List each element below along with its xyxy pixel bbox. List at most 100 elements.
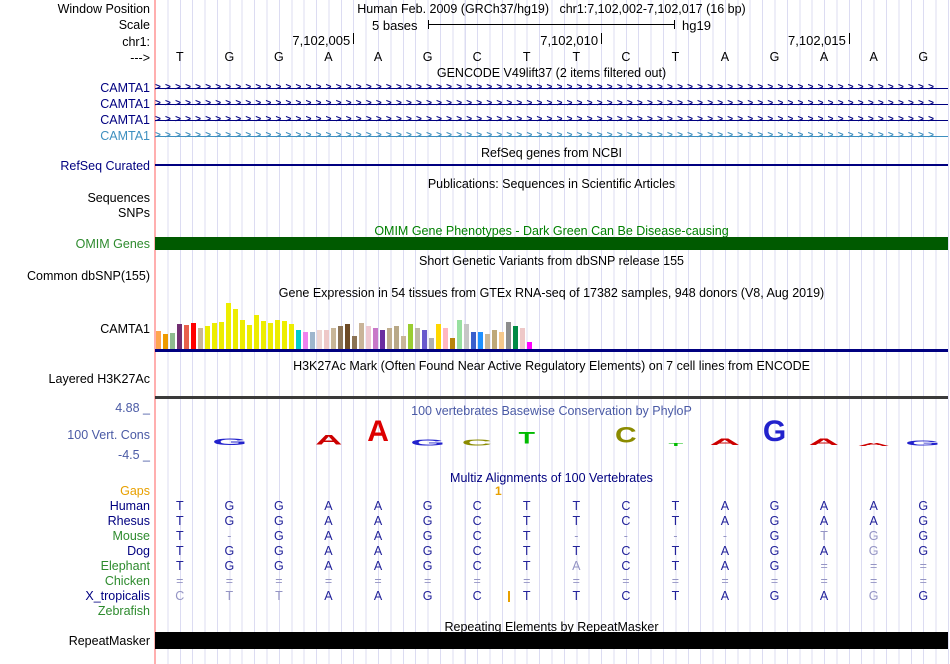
gtex-tissue-bar[interactable] [254, 315, 259, 349]
gtex-tissue-bar[interactable] [338, 326, 343, 349]
scale-label: Scale [0, 18, 152, 32]
gtex-tissue-bar[interactable] [303, 332, 308, 349]
gtex-tissue-bar[interactable] [212, 323, 217, 349]
multiz-species-label[interactable]: Elephant [0, 559, 152, 573]
gtex-tissue-bar[interactable] [366, 326, 371, 349]
multiz-species-label[interactable]: X_tropicalis [0, 589, 152, 603]
gtex-tissue-bar[interactable] [296, 330, 301, 349]
aligned-base: C [472, 589, 482, 603]
gtex-tissue-bar[interactable] [359, 323, 364, 349]
gencode-gene-label[interactable]: CAMTA1 [0, 113, 152, 127]
gtex-tissue-bar[interactable] [331, 328, 336, 349]
multiz-alignment-row[interactable]: TGGAAGCTTCTAGAGG [155, 544, 948, 559]
gtex-expression-barchart[interactable] [156, 299, 556, 349]
gtex-tissue-bar[interactable] [268, 323, 273, 349]
gtex-tissue-bar[interactable] [345, 324, 350, 349]
gtex-tissue-bar[interactable] [310, 332, 315, 349]
gtex-tissue-bar[interactable] [415, 328, 420, 349]
window-position-label: Window Position [0, 2, 152, 16]
omim-genes-label[interactable]: OMIM Genes [0, 237, 152, 251]
gtex-tissue-bar[interactable] [233, 309, 238, 349]
multiz-species-label[interactable]: Human [0, 499, 152, 513]
gtex-tissue-bar[interactable] [219, 322, 224, 349]
gtex-tissue-bar[interactable] [394, 326, 399, 349]
gtex-tissue-bar[interactable] [478, 332, 483, 349]
gtex-tissue-bar[interactable] [240, 320, 245, 349]
multiz-alignment-row[interactable]: = = = = = = = = = = = = = = = = [155, 574, 948, 589]
multiz-alignment-row[interactable]: T-GAAGCT----GTGG [155, 529, 948, 544]
refseq-gene-line[interactable] [155, 164, 948, 166]
gtex-tissue-bar[interactable] [408, 324, 413, 349]
gtex-tissue-bar[interactable] [380, 330, 385, 349]
multiz-alignment-row[interactable] [155, 604, 948, 619]
gtex-tissue-bar[interactable] [464, 324, 469, 349]
repeatmasker-label[interactable]: RepeatMasker [0, 634, 152, 648]
gtex-tissue-bar[interactable] [163, 334, 168, 349]
multiz-species-label[interactable]: Dog [0, 544, 152, 558]
multiz-species-label[interactable]: Mouse [0, 529, 152, 543]
aligned-base: = [671, 574, 680, 588]
refseq-curated-label[interactable]: RefSeq Curated [0, 159, 152, 173]
aligned-base: G [422, 589, 433, 603]
gtex-tissue-bar[interactable] [247, 325, 252, 349]
gencode-gene-label[interactable]: CAMTA1 [0, 129, 152, 143]
gtex-tissue-bar[interactable] [513, 326, 518, 349]
gtex-tissue-bar[interactable] [156, 331, 161, 349]
gtex-tissue-bar[interactable] [499, 332, 504, 349]
gtex-tissue-bar[interactable] [450, 338, 455, 349]
gtex-tissue-bar[interactable] [520, 328, 525, 349]
multiz-alignment-row[interactable]: TGGAAGCTTCTAGAAG [155, 499, 948, 514]
gtex-tissue-bar[interactable] [457, 320, 462, 349]
multiz-alignment-row[interactable]: CTTAAGCTTCTAGAGG [155, 589, 948, 604]
gtex-tissue-bar[interactable] [226, 303, 231, 349]
omim-gene-bar[interactable] [155, 237, 948, 250]
gtex-tissue-bar[interactable] [436, 324, 441, 349]
multiz-species-label[interactable]: Chicken [0, 574, 152, 588]
repeatmasker-element-bar[interactable] [155, 632, 948, 649]
gencode-gene-label[interactable]: CAMTA1 [0, 81, 152, 95]
gene-strand-arrows[interactable]: >>>>>>>>>>>>>>>>>>>>>>>>>>>>>>>>>>>>>>>>… [155, 129, 948, 143]
conservation-logo[interactable]: GAAGCTCTAGAAG [155, 415, 948, 449]
gene-strand-arrows[interactable]: >>>>>>>>>>>>>>>>>>>>>>>>>>>>>>>>>>>>>>>>… [155, 113, 948, 127]
multiz-alignment-row[interactable]: TGGAAGCTTCTAGAAG [155, 514, 948, 529]
gtex-tissue-bar[interactable] [527, 342, 532, 349]
gtex-tissue-bar[interactable] [317, 330, 322, 349]
gtex-tissue-bar[interactable] [387, 328, 392, 349]
gtex-tissue-bar[interactable] [352, 336, 357, 349]
h3k27ac-baseline[interactable] [155, 396, 948, 399]
gtex-tissue-bar[interactable] [184, 325, 189, 349]
gtex-tissue-bar[interactable] [506, 322, 511, 349]
gtex-tissue-bar[interactable] [443, 328, 448, 349]
multiz-gaps-label[interactable]: Gaps [0, 484, 152, 498]
snps-label[interactable]: SNPs [0, 206, 152, 220]
gtex-tissue-bar[interactable] [205, 326, 210, 349]
sequences-label[interactable]: Sequences [0, 191, 152, 205]
gtex-tissue-bar[interactable] [324, 330, 329, 349]
gtex-tissue-bar[interactable] [282, 321, 287, 349]
gtex-tissue-bar[interactable] [485, 334, 490, 349]
gtex-tissue-bar[interactable] [492, 330, 497, 349]
gene-strand-arrows[interactable]: >>>>>>>>>>>>>>>>>>>>>>>>>>>>>>>>>>>>>>>>… [155, 97, 948, 111]
gtex-tissue-bar[interactable] [170, 333, 175, 349]
gtex-tissue-bar[interactable] [275, 320, 280, 349]
multiz-species-label[interactable]: Zebrafish [0, 604, 152, 618]
gtex-tissue-bar[interactable] [191, 323, 196, 349]
gene-strand-arrows[interactable]: >>>>>>>>>>>>>>>>>>>>>>>>>>>>>>>>>>>>>>>>… [155, 81, 948, 95]
reference-sequence-row[interactable]: TGGAAGCTTCTAGAAG [155, 50, 948, 65]
h3k27ac-label[interactable]: Layered H3K27Ac [0, 372, 152, 386]
gtex-tissue-bar[interactable] [373, 328, 378, 349]
gtex-tissue-bar[interactable] [429, 338, 434, 349]
multiz-species-label[interactable]: Rhesus [0, 514, 152, 528]
gtex-tissue-bar[interactable] [177, 324, 182, 349]
gtex-tissue-bar[interactable] [261, 321, 266, 349]
gtex-tissue-bar[interactable] [198, 328, 203, 349]
dbsnp-label[interactable]: Common dbSNP(155) [0, 269, 152, 283]
gtex-tissue-bar[interactable] [401, 336, 406, 349]
gtex-gene-label[interactable]: CAMTA1 [0, 322, 152, 336]
gencode-gene-label[interactable]: CAMTA1 [0, 97, 152, 111]
gtex-tissue-bar[interactable] [289, 324, 294, 349]
gtex-tissue-bar[interactable] [471, 332, 476, 349]
phylop-track-label[interactable]: 100 Vert. Cons [0, 428, 152, 442]
gtex-tissue-bar[interactable] [422, 330, 427, 349]
multiz-alignment-row[interactable]: T G G A A G C T A C T A G = = = [155, 559, 948, 574]
